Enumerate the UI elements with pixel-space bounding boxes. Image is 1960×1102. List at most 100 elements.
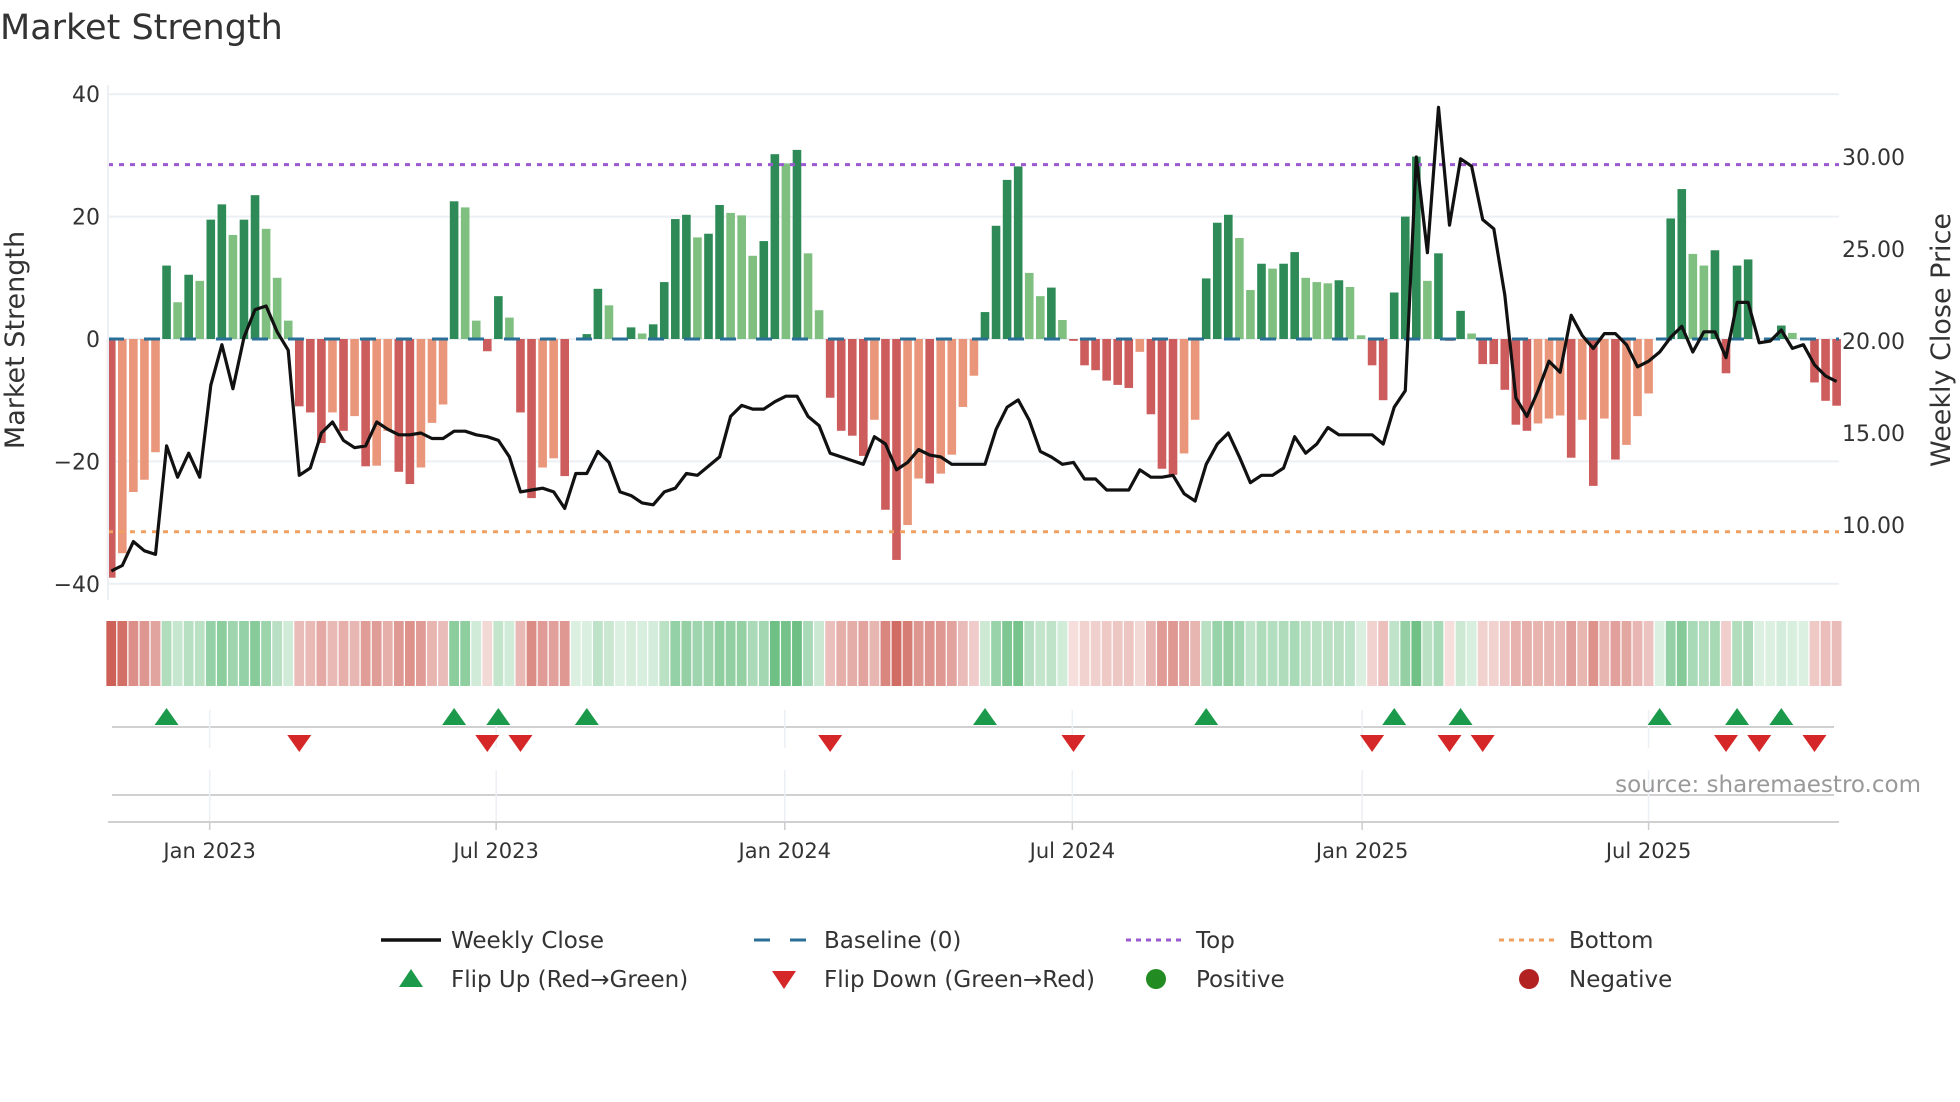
strip-cell <box>139 621 150 686</box>
strip-cell <box>1676 621 1687 686</box>
strip-cell <box>1522 621 1532 686</box>
strip-cell <box>1112 621 1123 686</box>
strip-cell <box>1356 621 1366 686</box>
strength-bar <box>1013 166 1023 339</box>
legend-item: Weekly Close <box>381 928 604 954</box>
strip-cell <box>869 621 880 686</box>
strip-cell <box>327 621 338 686</box>
strength-bar <box>825 339 835 398</box>
strip-cell <box>183 621 194 686</box>
y-tick-label: 0 <box>86 328 100 353</box>
strip-cell <box>194 621 205 686</box>
legend-label: Flip Down (Green→Red) <box>824 967 1095 993</box>
strength-bar <box>206 219 216 339</box>
strip-cell <box>1345 621 1355 686</box>
x-tick-label: Jul 2024 <box>1028 839 1115 863</box>
strip-cell <box>648 621 659 686</box>
strength-bar <box>1246 290 1255 339</box>
flip-up-marker <box>154 708 179 725</box>
strength-bar <box>1257 263 1266 339</box>
strength-bar <box>162 265 171 339</box>
strength-bar <box>1423 280 1432 339</box>
flip-down-marker <box>1747 735 1772 752</box>
strip-cell <box>471 621 482 686</box>
strength-bar <box>1201 278 1211 339</box>
strip-cell <box>548 621 559 686</box>
strip-cell <box>803 621 813 686</box>
strip-cell <box>404 621 415 686</box>
strength-bar <box>1566 339 1576 458</box>
strength-bar <box>1743 259 1753 339</box>
flip-markers <box>112 708 1834 822</box>
strip-cell <box>659 621 670 686</box>
strength-bar <box>770 154 780 339</box>
legend-item: Negative <box>1519 967 1672 993</box>
strip-cell <box>1665 621 1676 686</box>
strip-cell <box>1566 621 1577 686</box>
strength-bar <box>1179 339 1189 454</box>
flip-up-marker <box>1194 708 1219 725</box>
strip-cell <box>1002 621 1013 686</box>
legend-triangle-up-icon <box>399 969 423 987</box>
strength-bar <box>759 241 769 339</box>
strip-cell <box>1068 621 1079 686</box>
strength-bar <box>958 339 968 407</box>
strength-bar <box>704 233 713 339</box>
strength-bar <box>1677 189 1687 339</box>
strip-cell <box>316 621 327 686</box>
strength-bar <box>859 339 868 456</box>
strip-cell <box>1599 621 1610 686</box>
strip-cell <box>172 621 183 686</box>
strength-bar <box>460 207 470 339</box>
strength-bar <box>1456 310 1465 339</box>
strength-bar <box>671 219 680 339</box>
strip-cell <box>946 621 957 686</box>
flip-up-marker <box>1647 708 1672 725</box>
strip-cell <box>1024 621 1035 686</box>
y-tick-label: −20 <box>54 450 100 475</box>
flip-down-marker <box>1061 735 1086 752</box>
strip-cell <box>294 621 305 686</box>
strength-bar <box>1710 250 1720 339</box>
strength-bar <box>1334 280 1344 339</box>
flip-up-marker <box>1769 708 1794 725</box>
strip-cell <box>1057 621 1068 686</box>
strip-cell <box>792 621 802 686</box>
legend-label: Baseline (0) <box>824 928 961 954</box>
strip-cell <box>482 621 493 686</box>
legend-label: Negative <box>1569 967 1672 993</box>
strength-bar <box>217 204 227 339</box>
strip-cell <box>880 621 891 686</box>
strip-cell <box>991 621 1001 686</box>
strip-cell <box>604 621 614 686</box>
strip-cell <box>438 621 448 686</box>
strength-bar <box>1069 339 1078 341</box>
strength-bar <box>936 339 946 474</box>
strength-bar <box>659 282 669 339</box>
strength-bar <box>1047 287 1056 339</box>
flip-up-marker <box>1382 708 1407 725</box>
strip-cell <box>1831 621 1842 686</box>
strip-cell <box>1223 621 1234 686</box>
strip-cell <box>957 621 968 686</box>
strip-cell <box>615 621 625 686</box>
strip-cell <box>913 621 924 686</box>
strength-bar <box>1644 339 1653 394</box>
strength-bar <box>328 339 337 413</box>
strength-bar <box>648 324 658 339</box>
strength-bar <box>947 339 957 455</box>
strength-bar <box>173 302 182 339</box>
strength-bar <box>1224 214 1233 339</box>
strip-cell <box>515 621 526 686</box>
strip-cell <box>1754 621 1765 686</box>
strip-cell <box>703 621 714 686</box>
strip-cell <box>891 621 902 686</box>
flip-down-marker <box>1714 735 1739 752</box>
strip-cell <box>825 621 836 686</box>
strip-cell <box>460 621 471 686</box>
y-axis-right: 30.00 25.00 20.00 15.00 10.00 <box>1842 146 1905 539</box>
strip-cell <box>1090 621 1101 686</box>
strip-cell <box>1411 621 1422 686</box>
strength-bar <box>1345 286 1355 339</box>
strip-cell <box>1577 621 1588 686</box>
